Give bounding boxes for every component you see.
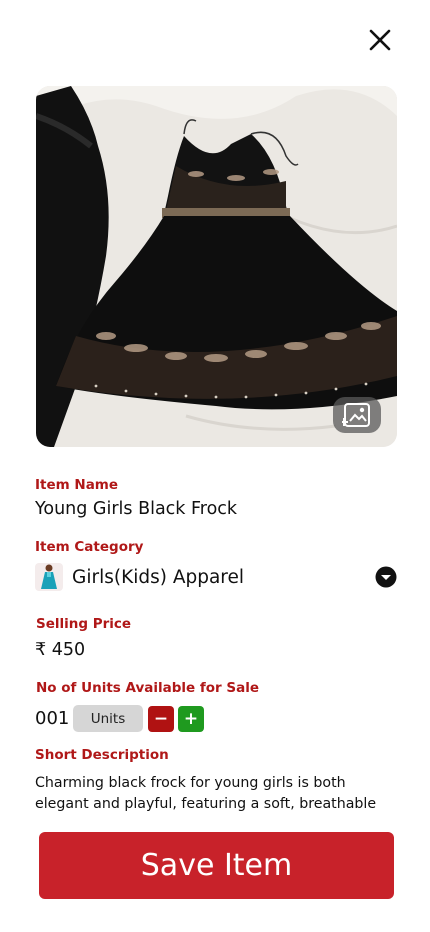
item-name-field[interactable]: Young Girls Black Frock bbox=[35, 499, 237, 519]
girl-icon bbox=[41, 564, 57, 589]
image-gallery-icon bbox=[342, 403, 370, 427]
increment-button[interactable]: + bbox=[178, 705, 204, 732]
short-description-label: Short Description bbox=[35, 747, 169, 763]
units-label: No of Units Available for Sale bbox=[36, 680, 260, 696]
short-description-field[interactable]: Charming black frock for young girls is … bbox=[35, 773, 395, 813]
close-icon bbox=[369, 29, 391, 51]
category-value: Girls(Kids) Apparel bbox=[72, 566, 245, 588]
units-row: 001 Units − + bbox=[35, 705, 208, 732]
selling-price-label: Selling Price bbox=[36, 616, 132, 632]
image-gallery-button[interactable] bbox=[333, 397, 381, 433]
category-select[interactable]: Girls(Kids) Apparel bbox=[35, 562, 397, 592]
save-item-button[interactable]: Save Item bbox=[39, 832, 394, 899]
item-category-label: Item Category bbox=[35, 539, 144, 555]
item-photo[interactable] bbox=[36, 86, 397, 447]
chevron-down-circle-icon[interactable] bbox=[375, 566, 397, 588]
quantity-field[interactable]: 001 bbox=[35, 708, 73, 729]
item-name-label: Item Name bbox=[35, 477, 119, 493]
frock-image bbox=[36, 86, 397, 447]
category-thumbnail bbox=[35, 563, 63, 591]
close-button[interactable] bbox=[364, 24, 396, 56]
decrement-button[interactable]: − bbox=[148, 705, 174, 732]
unit-type-select[interactable]: Units bbox=[73, 705, 143, 732]
selling-price-field[interactable]: ₹ 450 bbox=[35, 640, 85, 660]
